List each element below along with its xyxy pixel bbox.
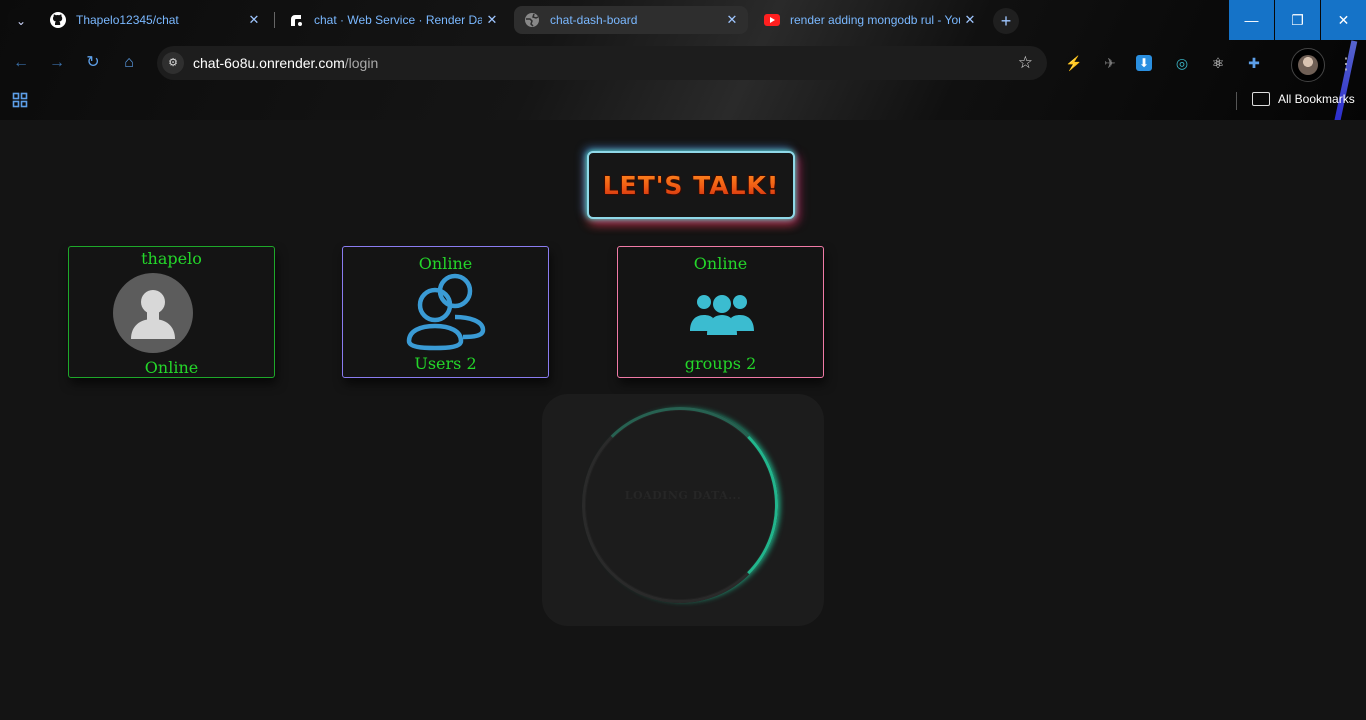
tab-github[interactable]: Thapelo12345/chat ✕ xyxy=(40,6,270,34)
tab-strip: ⌄ Thapelo12345/chat ✕ chat · Web Service… xyxy=(0,0,1366,40)
profile-photo xyxy=(1298,55,1318,75)
plus-icon: + xyxy=(1000,11,1012,31)
youtube-icon xyxy=(764,12,780,28)
bookmarks-divider xyxy=(1236,92,1237,110)
group-icon xyxy=(690,295,754,335)
tab-title: Thapelo12345/chat xyxy=(76,13,179,27)
all-bookmarks-label: All Bookmarks xyxy=(1278,92,1355,106)
logo-text: LET'S TALK! xyxy=(602,170,780,200)
download-icon[interactable]: ⬇ xyxy=(1136,55,1152,71)
user-name: thapelo xyxy=(141,249,202,268)
loading-spinner xyxy=(582,407,778,603)
close-icon[interactable]: ✕ xyxy=(244,12,264,28)
back-icon[interactable]: ← xyxy=(10,52,32,74)
extensions-puzzle-icon[interactable]: ✚ xyxy=(1244,53,1264,73)
close-icon[interactable]: ✕ xyxy=(482,12,502,28)
home-icon[interactable]: ⌂ xyxy=(118,52,140,74)
extension-bird-icon[interactable]: ✈ xyxy=(1100,53,1120,73)
user-card[interactable]: thapelo Online xyxy=(68,246,275,378)
tab-chat-dash-board[interactable]: chat-dash-board ✕ xyxy=(514,6,748,34)
tab-search-button[interactable]: ⌄ xyxy=(8,8,34,34)
minimize-icon: — xyxy=(1244,12,1259,28)
users-card[interactable]: Online Users 2 xyxy=(342,246,549,378)
close-icon[interactable]: ✕ xyxy=(722,12,742,28)
apps-grid-icon[interactable] xyxy=(12,92,28,108)
groups-count: groups 2 xyxy=(684,354,757,373)
minimize-button[interactable]: — xyxy=(1229,0,1274,40)
reload-icon[interactable]: ↻ xyxy=(82,52,104,74)
extension-web-icon[interactable]: ◎ xyxy=(1172,53,1192,73)
restore-icon: ❐ xyxy=(1291,12,1304,28)
extension-bolt-icon[interactable]: ⚡ xyxy=(1064,53,1084,73)
loading-panel: LOADING DATA... xyxy=(542,394,824,626)
render-icon xyxy=(288,12,304,28)
browser-chrome: ⌄ Thapelo12345/chat ✕ chat · Web Service… xyxy=(0,0,1366,120)
tab-title: render adding mongodb rul - YouTube xyxy=(790,13,960,27)
user-status: Online xyxy=(144,358,199,377)
github-icon xyxy=(50,12,66,28)
tab-divider xyxy=(274,12,275,28)
tab-title: chat · Web Service · Render Dashboard xyxy=(314,13,482,27)
address-bar[interactable]: ⚙ chat-6o8u.onrender.com/login ☆ xyxy=(157,46,1047,80)
bookmarks-bar: All Bookmarks xyxy=(0,86,1366,116)
react-devtools-icon[interactable]: ⚛ xyxy=(1208,53,1228,73)
url-path: /login xyxy=(344,55,379,71)
users-count: Users 2 xyxy=(414,354,477,373)
site-settings-icon[interactable]: ⚙ xyxy=(162,52,184,74)
new-tab-button[interactable]: + xyxy=(993,8,1019,34)
tab-render-dashboard[interactable]: chat · Web Service · Render Dashboard ✕ xyxy=(278,6,508,34)
loading-text: LOADING DATA... xyxy=(624,489,742,502)
close-window-button[interactable]: ✕ xyxy=(1321,0,1366,40)
forward-icon[interactable]: → xyxy=(46,52,68,74)
tab-youtube[interactable]: render adding mongodb rul - YouTube ✕ xyxy=(754,6,986,34)
navigation-bar: ← → ↻ ⌂ ⚙ chat-6o8u.onrender.com/login ☆… xyxy=(0,44,1366,82)
groups-card[interactable]: Online groups 2 xyxy=(617,246,824,378)
all-bookmarks-button[interactable]: All Bookmarks xyxy=(1252,92,1355,106)
url-text[interactable]: chat-6o8u.onrender.com/login xyxy=(193,55,378,71)
app-logo: LET'S TALK! xyxy=(587,151,795,219)
user-avatar xyxy=(113,273,193,353)
url-host: chat-6o8u.onrender.com xyxy=(193,55,345,71)
chevron-down-icon: ⌄ xyxy=(15,14,27,28)
bookmark-star-icon[interactable]: ☆ xyxy=(1018,53,1033,73)
groups-status: Online xyxy=(693,254,748,273)
folder-icon xyxy=(1252,92,1270,106)
globe-icon xyxy=(524,12,540,28)
person-icon xyxy=(131,290,175,339)
restore-button[interactable]: ❐ xyxy=(1275,0,1320,40)
tab-title: chat-dash-board xyxy=(550,13,638,27)
profile-avatar[interactable] xyxy=(1291,48,1325,82)
users-icon xyxy=(406,273,486,351)
page-content: LET'S TALK! thapelo Online Online Users … xyxy=(0,120,1366,720)
close-icon: ✕ xyxy=(1337,12,1350,28)
menu-icon[interactable]: ⋮ xyxy=(1338,54,1354,74)
close-icon[interactable]: ✕ xyxy=(960,12,980,28)
